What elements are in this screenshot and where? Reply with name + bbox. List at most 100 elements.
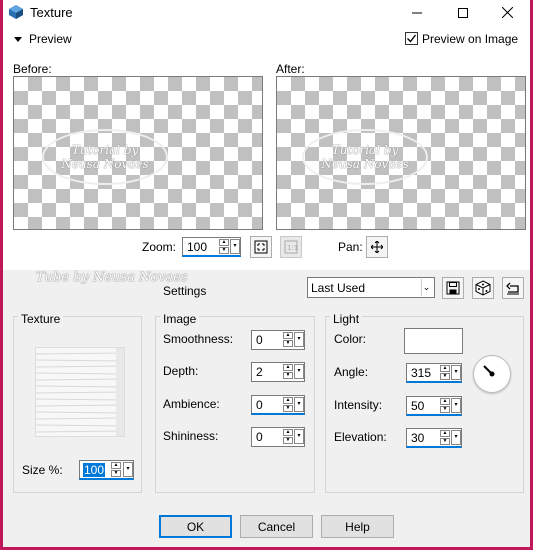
- zoom-value: 100: [187, 240, 208, 254]
- ok-button[interactable]: OK: [159, 515, 232, 538]
- image-group-label: Image: [160, 312, 200, 326]
- intensity-down-arrow-icon[interactable]: ▼: [440, 406, 450, 413]
- elevation-input[interactable]: 30 ▲ ▼ ▾: [406, 428, 462, 448]
- light-color-swatch[interactable]: [404, 328, 463, 354]
- angle-value: 315: [411, 366, 432, 380]
- app-icon: [8, 4, 24, 20]
- preset-value: Last Used: [311, 281, 366, 295]
- angle-dial[interactable]: [473, 355, 511, 393]
- size-value: 100: [83, 463, 106, 477]
- size-down-arrow-icon[interactable]: ▼: [111, 470, 121, 477]
- before-label: Before:: [13, 62, 52, 76]
- angle-input[interactable]: 315 ▲ ▼ ▾: [406, 363, 462, 383]
- intensity-label: Intensity:: [334, 398, 383, 412]
- dice-icon: [475, 280, 491, 296]
- size-label: Size %:: [22, 463, 63, 477]
- cancel-button[interactable]: Cancel: [240, 515, 313, 538]
- ambience-up-arrow-icon[interactable]: ▲: [283, 397, 293, 404]
- texture-swatch[interactable]: [35, 347, 125, 437]
- watermark-line2: Neusa Novaes: [61, 157, 149, 171]
- zoom-fit-icon: [254, 240, 268, 254]
- reset-button[interactable]: [502, 277, 524, 299]
- angle-label: Angle:: [334, 365, 369, 379]
- reset-icon: [506, 282, 519, 295]
- size-input[interactable]: 100 ▲ ▼ ▾: [79, 460, 134, 480]
- shininess-dropdown-icon[interactable]: ▾: [294, 429, 304, 444]
- checkmark-icon: [407, 34, 417, 43]
- ambience-input[interactable]: 0 ▲ ▼ ▾: [251, 395, 305, 415]
- pan-move-icon: [371, 241, 383, 253]
- depth-value: 2: [256, 365, 263, 379]
- elevation-value: 30: [411, 431, 425, 445]
- intensity-value: 50: [411, 399, 425, 413]
- depth-input[interactable]: 2 ▲ ▼ ▾: [251, 362, 305, 382]
- intensity-input[interactable]: 50 ▲ ▼ ▾: [406, 396, 462, 416]
- collapse-triangle-icon[interactable]: [14, 37, 22, 42]
- preview-on-image-label[interactable]: Preview on Image: [422, 32, 518, 46]
- shininess-input[interactable]: 0 ▲ ▼ ▾: [251, 427, 305, 447]
- maximize-button[interactable]: [440, 0, 486, 25]
- save-icon: [446, 281, 460, 295]
- elevation-dropdown-icon[interactable]: ▾: [451, 430, 461, 445]
- window-title: Texture: [30, 5, 73, 20]
- preset-dropdown[interactable]: Last Used ⌄: [307, 277, 435, 298]
- depth-up-arrow-icon[interactable]: ▲: [283, 364, 293, 371]
- minimize-button[interactable]: [394, 0, 440, 25]
- preset-dropdown-arrow-icon[interactable]: ⌄: [421, 279, 431, 296]
- ambience-dropdown-icon[interactable]: ▾: [294, 397, 304, 412]
- zoom-input[interactable]: 100 ▲ ▼ ▾: [182, 237, 241, 257]
- close-button[interactable]: [484, 0, 530, 25]
- smoothness-dropdown-icon[interactable]: ▾: [294, 332, 304, 347]
- preview-on-image-checkbox[interactable]: [405, 32, 418, 45]
- after-preview-canvas[interactable]: Tutorial by Neusa Novaes: [276, 76, 526, 230]
- settings-label: Settings: [163, 284, 207, 298]
- elevation-up-arrow-icon[interactable]: ▲: [440, 430, 450, 437]
- maximize-icon: [458, 7, 468, 18]
- depth-label: Depth:: [163, 364, 199, 378]
- zoom-down-arrow-icon[interactable]: ▼: [219, 247, 229, 254]
- before-preview-canvas[interactable]: Tutorial by Neusa Novaes: [13, 76, 263, 230]
- pan-button[interactable]: [366, 236, 388, 258]
- minimize-icon: [412, 12, 422, 13]
- shininess-up-arrow-icon[interactable]: ▲: [283, 429, 293, 436]
- texture-pattern-icon: [36, 348, 124, 436]
- angle-down-arrow-icon[interactable]: ▼: [440, 373, 450, 380]
- preview-toggle-label[interactable]: Preview: [29, 32, 72, 46]
- zoom-up-arrow-icon[interactable]: ▲: [219, 239, 229, 246]
- watermark-line1: Tutorial by: [71, 143, 139, 157]
- after-watermark: Tutorial by Neusa Novaes: [302, 129, 428, 185]
- depth-dropdown-icon[interactable]: ▾: [294, 364, 304, 379]
- shininess-down-arrow-icon[interactable]: ▼: [283, 437, 293, 444]
- title-bar[interactable]: Texture: [3, 0, 530, 25]
- zoom-fit-button[interactable]: [250, 236, 272, 258]
- intensity-up-arrow-icon[interactable]: ▲: [440, 398, 450, 405]
- pan-label: Pan:: [338, 240, 363, 254]
- smoothness-up-arrow-icon[interactable]: ▲: [283, 332, 293, 339]
- angle-dropdown-icon[interactable]: ▾: [451, 365, 461, 380]
- intensity-dropdown-icon[interactable]: ▾: [451, 398, 461, 413]
- smoothness-value: 0: [256, 333, 263, 347]
- ambience-label: Ambience:: [163, 397, 220, 411]
- before-watermark: Tutorial by Neusa Novaes: [42, 129, 168, 185]
- ambience-down-arrow-icon[interactable]: ▼: [283, 405, 293, 412]
- help-button[interactable]: Help: [321, 515, 394, 538]
- randomize-button[interactable]: [472, 277, 494, 299]
- zoom-label: Zoom:: [142, 240, 177, 254]
- depth-down-arrow-icon[interactable]: ▼: [283, 372, 293, 379]
- size-up-arrow-icon[interactable]: ▲: [111, 462, 121, 469]
- smoothness-down-arrow-icon[interactable]: ▼: [283, 340, 293, 347]
- watermark-line1: Tutorial by: [331, 143, 399, 157]
- angle-dial-icon: [483, 365, 495, 377]
- save-preset-button[interactable]: [442, 277, 464, 299]
- angle-up-arrow-icon[interactable]: ▲: [440, 365, 450, 372]
- elevation-down-arrow-icon[interactable]: ▼: [440, 438, 450, 445]
- settings-watermark: Tube by Neusa Novaes: [36, 270, 188, 285]
- shininess-value: 0: [256, 430, 263, 444]
- light-group-label: Light: [330, 312, 363, 326]
- color-label: Color:: [334, 332, 367, 346]
- svg-text:1:1: 1:1: [287, 244, 298, 252]
- zoom-dropdown-icon[interactable]: ▾: [230, 239, 240, 254]
- smoothness-input[interactable]: 0 ▲ ▼ ▾: [251, 330, 305, 350]
- size-dropdown-icon[interactable]: ▾: [123, 462, 133, 477]
- elevation-label: Elevation:: [334, 430, 387, 444]
